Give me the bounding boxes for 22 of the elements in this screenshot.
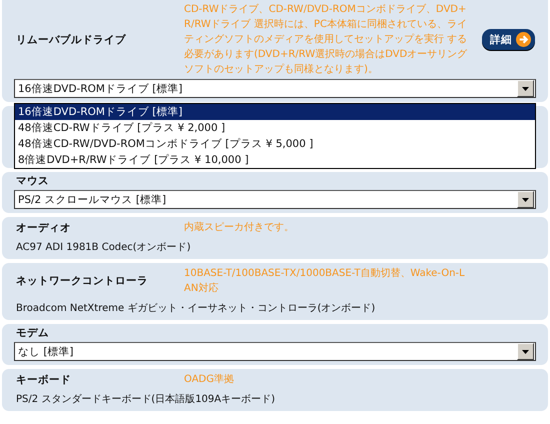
section-label: モデム xyxy=(15,326,50,340)
dropdown-field[interactable]: なし [標準] xyxy=(14,342,536,361)
section-label: オーディオ xyxy=(15,220,72,234)
section-note: CD-RWドライブ、CD-RW/DVD-ROMコンボドライブ、DVD+R/RWドライブ 選択時には、PC本体箱に同梱されている、ライティングソフトのメディアを使用してセットアップを実行 する必要があります(DVD+R/RW選択時の場合はDVDオーサリングソフトのセットアップも同様となります)。 xyxy=(184,2,468,77)
dropdown-option[interactable]: 48倍速CD-RW/DVD-ROMコンボドライブ [プラス ¥ 5,000 ] xyxy=(15,136,535,152)
section-value: Broadcom NetXtreme ギガビット・イーサネット・コントローラ(オンボード) xyxy=(15,302,376,315)
section-label: ネットワークコントローラ xyxy=(15,274,149,288)
section-value: AC97 ADI 1981B Codec(オンボード) xyxy=(15,241,192,254)
arrow-icon xyxy=(516,32,531,47)
section-note: 内蔵スピーカ付きです。 xyxy=(184,220,295,235)
dropdown-option[interactable]: 16倍速DVD-ROMドライブ [標準] xyxy=(15,104,535,120)
dropdown-field[interactable]: PS/2 スクロールマウス [標準] xyxy=(14,190,536,209)
section-label: リムーバブルドライブ xyxy=(15,32,127,46)
section-value: PS/2 スタンダードキーボード(日本語版109Aキーボード) xyxy=(15,392,276,406)
dropdown-option[interactable]: 8倍速DVD+R/RWドライブ [プラス ¥ 10,000 ] xyxy=(15,152,535,168)
section-label: キーボード xyxy=(15,372,72,386)
dropdown-option[interactable]: 48倍速CD-RWドライブ [プラス ¥ 2,000 ] xyxy=(15,120,535,136)
section-note: 10BASE-T/100BASE-TX/1000BASE-T自動切替、Wake-On-LAN対応 xyxy=(184,266,466,296)
section-note: OADG準拠 xyxy=(184,373,235,387)
section-label: マウス xyxy=(15,174,50,188)
detail-button[interactable]: 詳細 xyxy=(482,29,535,50)
dropdown-field[interactable]: 16倍速DVD-ROMドライブ [標準] xyxy=(14,79,536,98)
